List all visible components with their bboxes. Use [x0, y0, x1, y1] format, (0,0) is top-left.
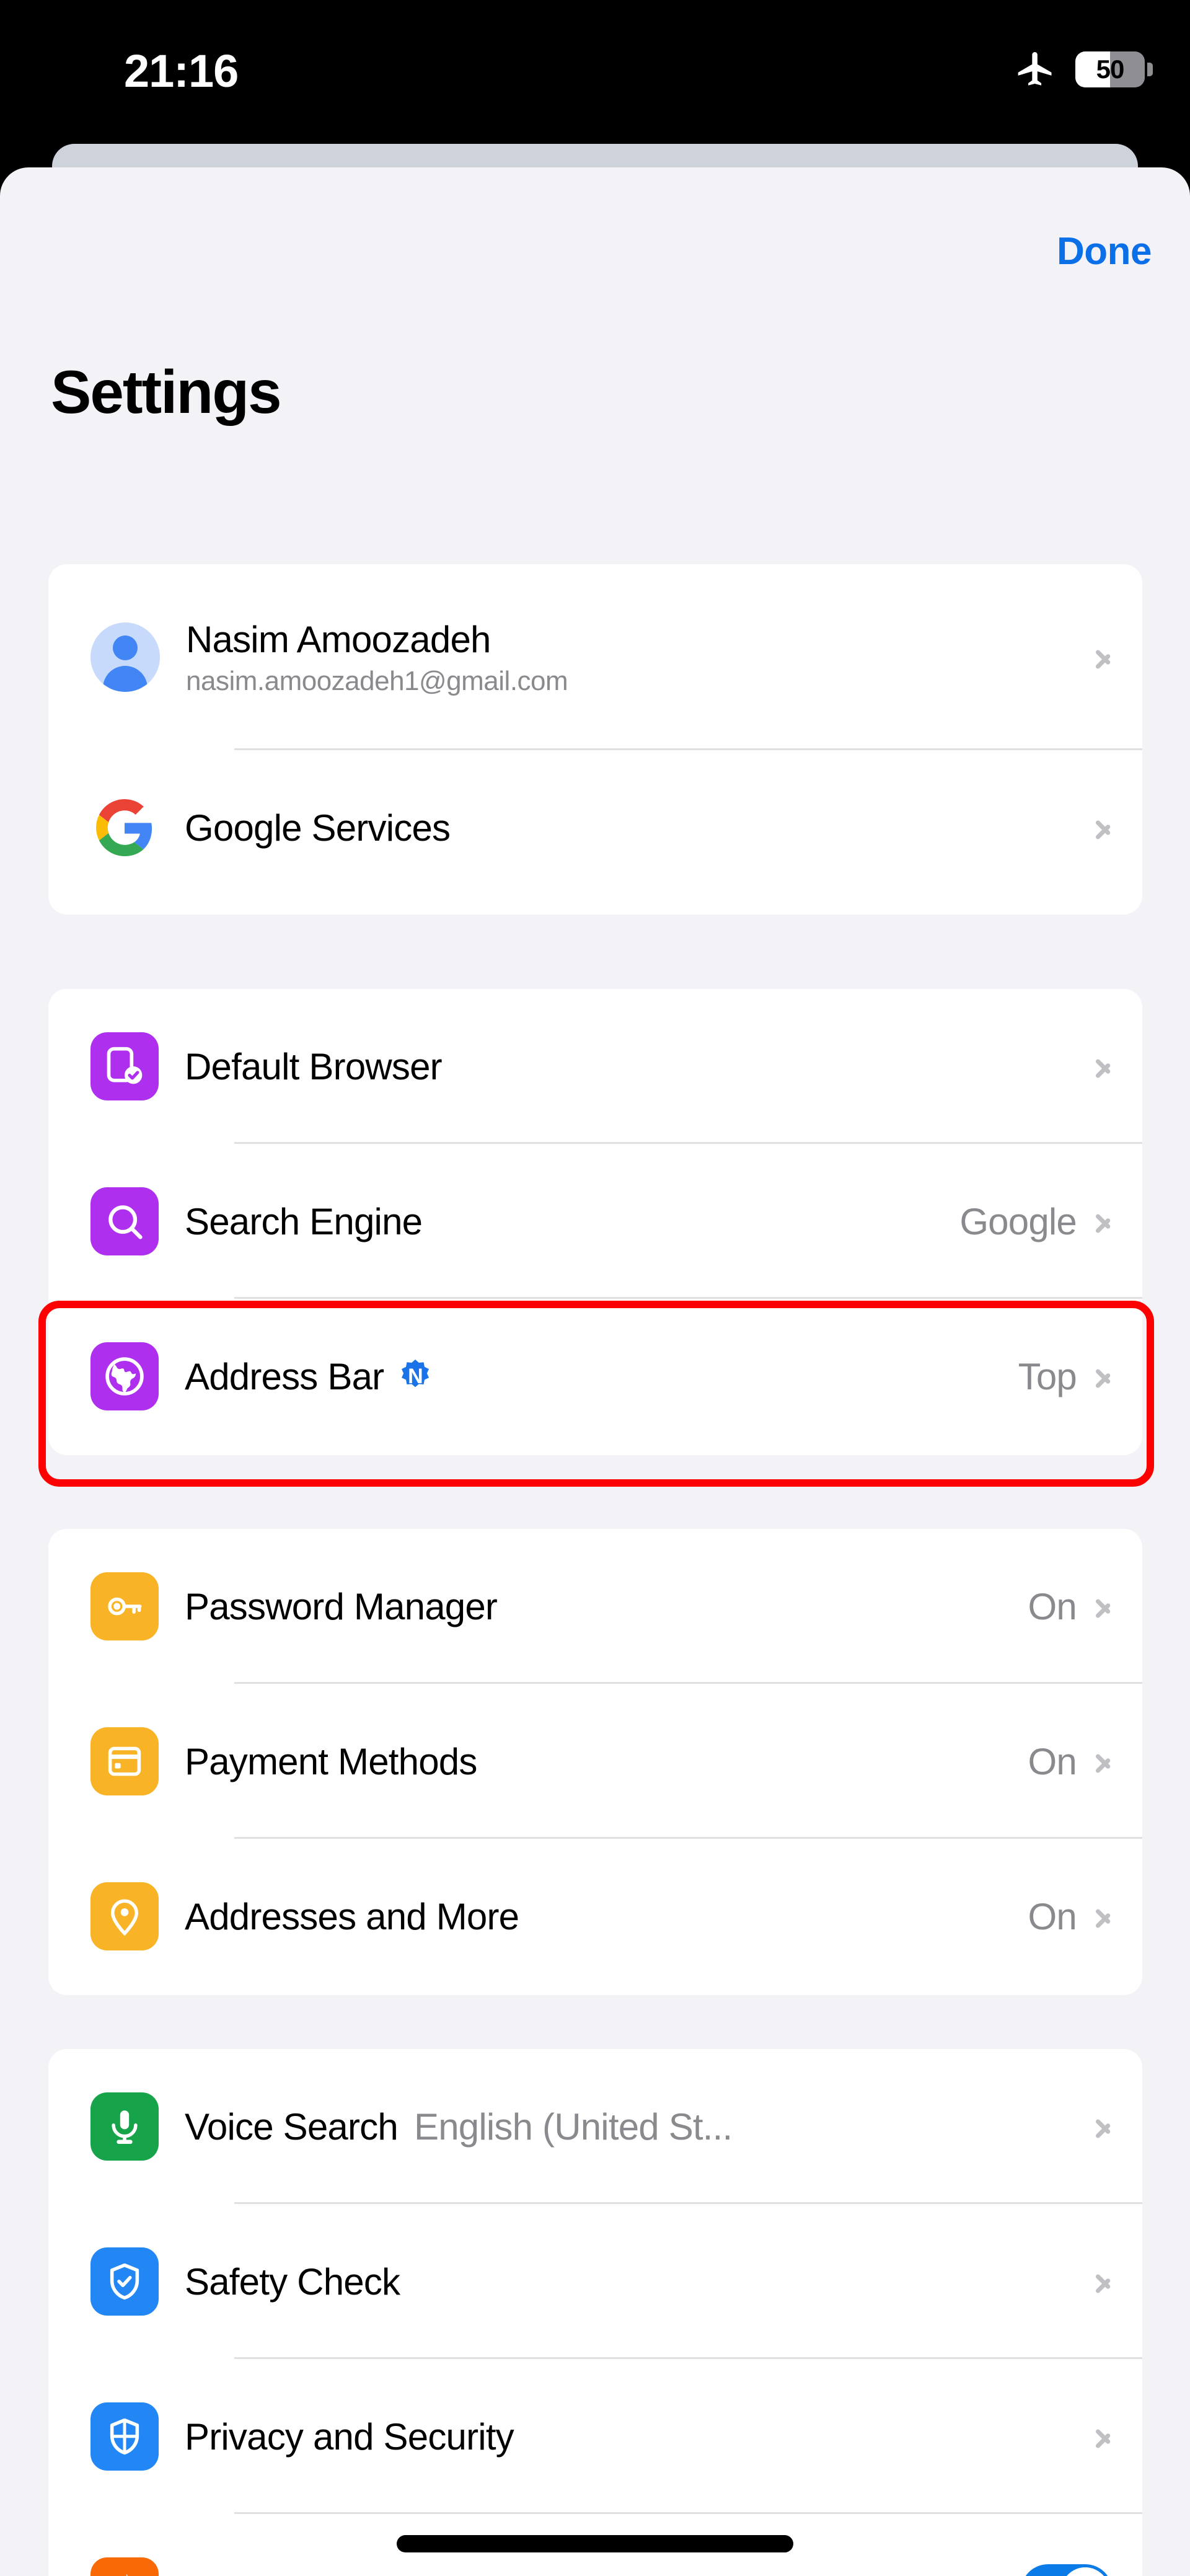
credit-card-icon	[90, 1727, 159, 1795]
chevron-right-icon	[1095, 2110, 1113, 2143]
advanced-settings-card: Voice Search English (United St... Safet…	[48, 2049, 1142, 2576]
status-bar: 21:16 50	[0, 0, 1190, 143]
new-feature-badge: N	[397, 1358, 433, 1394]
location-pin-icon	[90, 1882, 159, 1950]
magnifying-glass-icon	[90, 1187, 159, 1255]
row-value: On	[1028, 1895, 1077, 1937]
shield-lock-icon	[90, 2402, 159, 2471]
phone-screen: 21:16 50 Done Settings Nasim Amoozadeh n…	[0, 0, 1190, 2576]
privacy-and-security-row[interactable]: Privacy and Security	[48, 2359, 1142, 2514]
chevron-right-icon	[1095, 1205, 1113, 1237]
airplane-mode-icon	[1018, 51, 1052, 86]
row-value: On	[1028, 1585, 1077, 1627]
row-value: Top	[1018, 1355, 1077, 1397]
row-label: Payment Methods	[185, 1740, 477, 1782]
status-time: 21:16	[124, 45, 239, 97]
chevron-right-icon	[1095, 812, 1113, 844]
row-label: Privacy and Security	[185, 2415, 514, 2458]
avatar-body	[103, 666, 148, 692]
autofill-settings-card: Password Manager On Payment Methods On A…	[48, 1529, 1142, 1995]
row-label: Search Engine	[185, 1200, 423, 1242]
row-value: On	[1028, 1740, 1077, 1782]
password-manager-row[interactable]: Password Manager On	[48, 1529, 1142, 1684]
row-label: Discover	[185, 2570, 326, 2576]
row-label: Google Services	[185, 807, 451, 849]
chevron-right-icon	[1095, 1745, 1113, 1777]
google-services-row[interactable]: Google Services	[48, 750, 1142, 905]
default-browser-check-icon	[90, 1032, 159, 1100]
row-label: Safety Check	[185, 2260, 400, 2303]
chevron-right-icon	[1095, 1900, 1113, 1932]
row-value: English (United St...	[413, 2105, 733, 2148]
chevron-right-icon	[1095, 641, 1113, 673]
avatar-head	[113, 635, 138, 660]
account-card: Nasim Amoozadeh nasim.amoozadeh1@gmail.c…	[48, 564, 1142, 914]
discover-toggle[interactable]	[1021, 2564, 1113, 2576]
person-avatar-icon	[90, 622, 160, 692]
toggle-knob	[1061, 2567, 1109, 2576]
battery-tip	[1147, 63, 1153, 76]
row-label: Default Browser	[185, 1045, 443, 1087]
page-title: Settings	[51, 358, 282, 426]
account-row[interactable]: Nasim Amoozadeh nasim.amoozadeh1@gmail.c…	[48, 564, 1142, 750]
chevron-right-icon	[1095, 2420, 1113, 2453]
microphone-icon	[90, 2092, 159, 2161]
row-value: Google	[959, 1200, 1077, 1242]
chevron-right-icon	[1095, 1050, 1113, 1082]
chevron-right-icon	[1095, 1360, 1113, 1392]
row-label: Voice Search	[185, 2105, 399, 2148]
browser-settings-card: Default Browser Search Engine Google Add…	[48, 989, 1142, 1455]
home-indicator	[397, 2535, 793, 2552]
search-engine-row[interactable]: Search Engine Google	[48, 1144, 1142, 1299]
voice-search-row[interactable]: Voice Search English (United St...	[48, 2049, 1142, 2204]
google-g-icon	[90, 794, 159, 862]
default-browser-row[interactable]: Default Browser	[48, 989, 1142, 1144]
payment-methods-row[interactable]: Payment Methods On	[48, 1684, 1142, 1839]
row-label: Password Manager	[185, 1585, 498, 1627]
account-email: nasim.amoozadeh1@gmail.com	[186, 665, 568, 696]
status-bar-indicators: 50	[1015, 48, 1153, 91]
battery-percent-label: 50	[1096, 55, 1125, 84]
safety-check-row[interactable]: Safety Check	[48, 2204, 1142, 2359]
chevron-right-icon	[1095, 1590, 1113, 1622]
account-name: Nasim Amoozadeh	[186, 618, 491, 660]
done-button[interactable]: Done	[1057, 229, 1152, 273]
battery-body: 50	[1075, 51, 1145, 87]
address-bar-row[interactable]: Address Bar N Top	[48, 1299, 1142, 1454]
flame-icon	[90, 2557, 159, 2576]
key-icon	[90, 1572, 159, 1640]
account-text-group: Nasim Amoozadeh nasim.amoozadeh1@gmail.c…	[186, 618, 568, 697]
row-label: Address Bar	[185, 1355, 384, 1397]
shield-check-icon	[90, 2247, 159, 2316]
row-label: Addresses and More	[185, 1895, 519, 1937]
globe-icon	[90, 1342, 159, 1410]
new-badge-label: N	[408, 1365, 423, 1388]
battery-indicator: 50	[1075, 51, 1153, 87]
chevron-right-icon	[1095, 2265, 1113, 2298]
addresses-and-more-row[interactable]: Addresses and More On	[48, 1839, 1142, 1994]
